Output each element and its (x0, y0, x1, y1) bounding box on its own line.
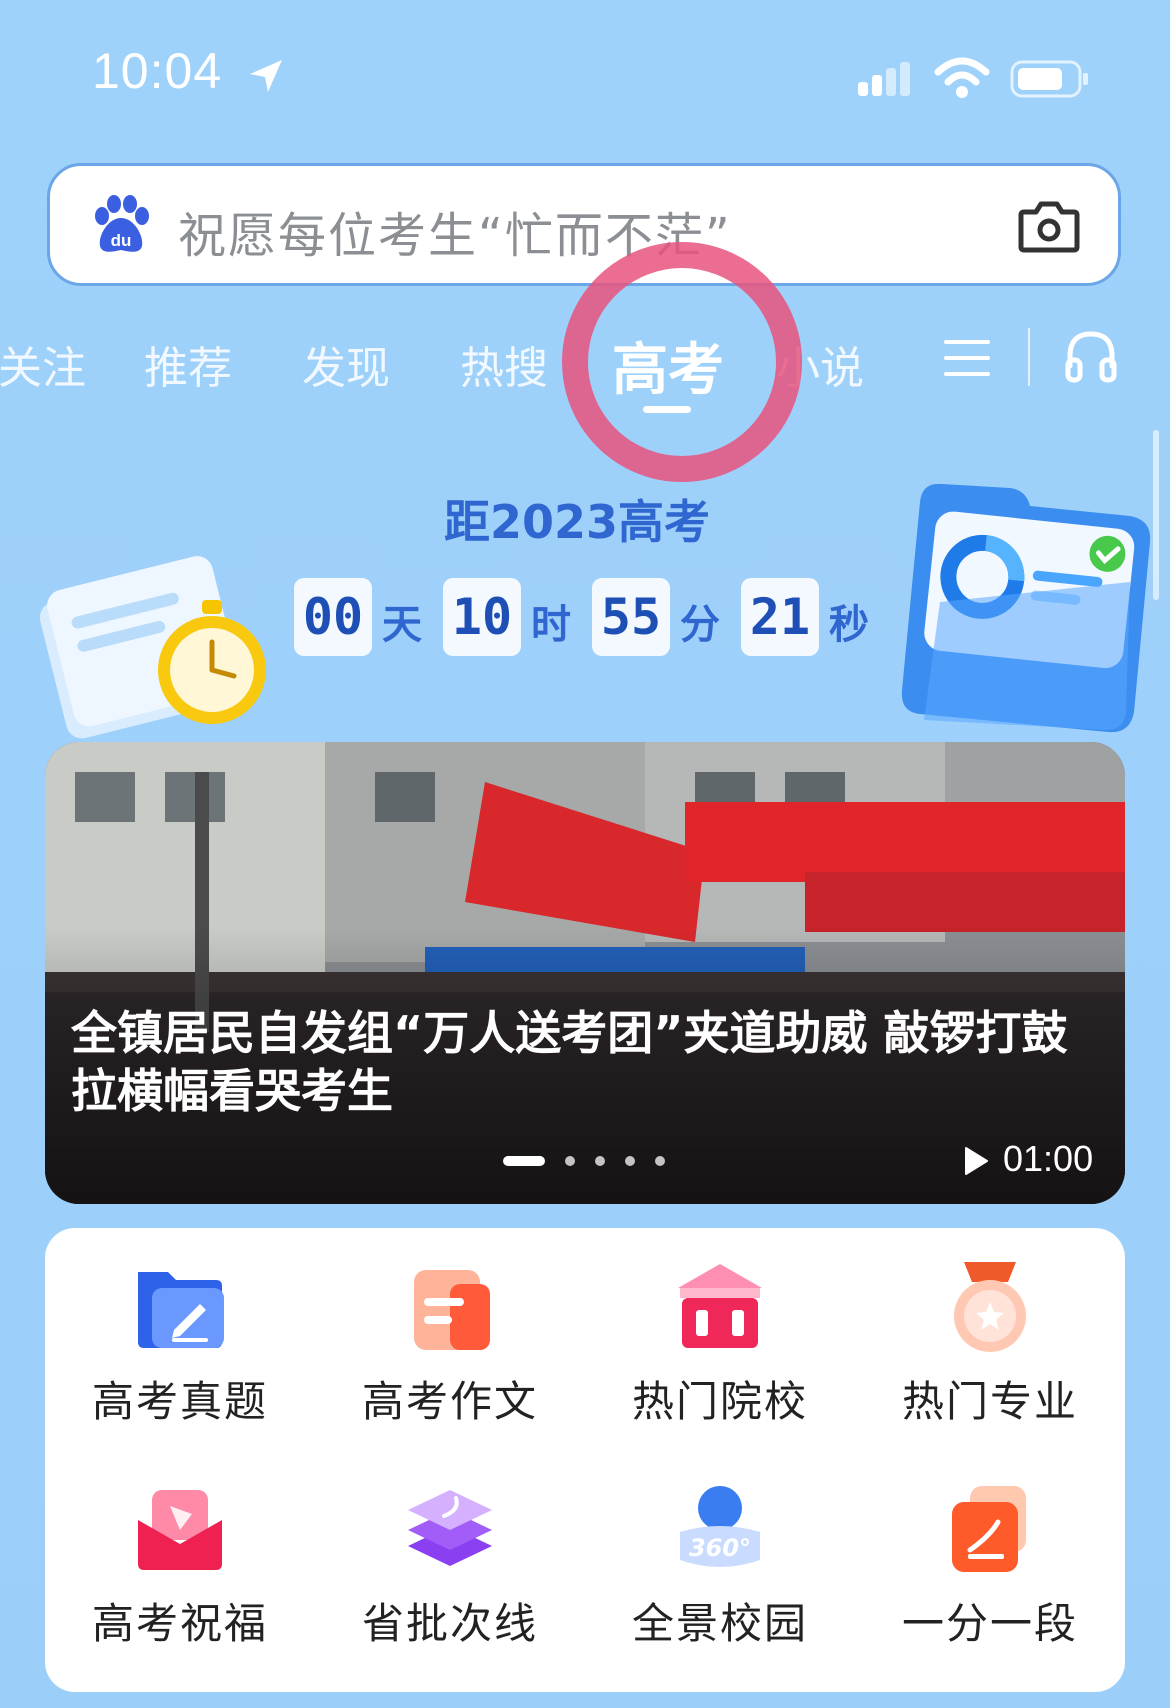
grid-item-label: 一分一段 (901, 1599, 1078, 1648)
grid-item-hot-majors[interactable]: 热门专业 (855, 1228, 1125, 1428)
panorama-360-icon: 360° (680, 1486, 760, 1567)
search-bar[interactable]: du 祝愿每位考生“忙而不茫” (47, 163, 1121, 286)
countdown-days-unit: 天 (382, 602, 422, 648)
tab-hot-search[interactable]: 热搜 (460, 332, 548, 396)
video-banner[interactable]: 全镇居民自发组“万人送考团”夹道助威 敲锣打鼓拉横幅看哭考生 01:00 (45, 742, 1125, 1204)
svg-text:du: du (111, 231, 132, 250)
countdown-minutes-unit: 分 (680, 602, 720, 648)
countdown-title: 距2023高考 (444, 495, 711, 549)
headphone-icon[interactable] (1064, 328, 1118, 384)
scrollbar[interactable] (1153, 430, 1159, 600)
battery-icon (1010, 60, 1088, 98)
video-duration: 01:00 (1003, 1138, 1094, 1179)
tab-discover[interactable]: 发现 (302, 332, 390, 396)
cellular-signal-icon (858, 62, 910, 96)
folder-pen-icon (138, 1272, 224, 1348)
carousel-dot[interactable] (625, 1156, 635, 1166)
play-icon[interactable] (963, 1146, 989, 1176)
countdown-seconds: 21 (741, 578, 819, 656)
status-bar: 10:04 (0, 0, 1170, 150)
medal-icon (954, 1262, 1026, 1352)
location-arrow-icon (250, 60, 282, 92)
grid-item-label: 全景校园 (631, 1599, 808, 1648)
grid-item-gaokao-essay[interactable]: 高考作文 (315, 1228, 585, 1428)
grid-item-label: 高考祝福 (91, 1599, 268, 1648)
countdown-days: 00 (294, 578, 372, 656)
stopwatch-illustration (158, 600, 266, 724)
countdown-minutes: 55 (592, 578, 670, 656)
tab-recommend[interactable]: 推荐 (144, 332, 232, 396)
grid-item-label: 热门院校 (631, 1377, 808, 1426)
status-time: 10:04 (92, 43, 223, 99)
grid-item-provincial-batch-lines[interactable]: 省批次线 (315, 1450, 585, 1650)
envelope-icon (138, 1490, 222, 1570)
quick-links-grid: 高考真题 高考作文 热门院校 热门专业 高考祝福 省批次线 360° 全景校园 … (45, 1228, 1125, 1692)
banner-headline[interactable]: 全镇居民自发组“万人送考团”夹道助威 敲锣打鼓拉横幅看哭考生 (71, 1004, 1091, 1120)
grid-item-label: 高考作文 (361, 1377, 538, 1426)
grid-item-label: 省批次线 (361, 1599, 538, 1648)
svg-text:360°: 360° (689, 1534, 751, 1562)
score-card-icon (952, 1486, 1026, 1572)
countdown-seconds-unit: 秒 (829, 602, 869, 648)
grid-item-label: 热门专业 (901, 1377, 1078, 1426)
layers-icon (408, 1490, 492, 1566)
wifi-icon (934, 57, 990, 98)
menu-icon[interactable] (942, 336, 992, 380)
grid-item-gaokao-blessing[interactable]: 高考祝福 (45, 1450, 315, 1650)
camera-icon[interactable] (1018, 198, 1080, 254)
grid-item-panorama-campus[interactable]: 360° 全景校园 (585, 1450, 855, 1650)
school-building-icon (678, 1264, 762, 1348)
carousel-dot[interactable] (595, 1156, 605, 1166)
grid-item-score-segments[interactable]: 一分一段 (855, 1450, 1125, 1650)
countdown-hours: 10 (443, 578, 521, 656)
banner-gradient-overlay (45, 742, 1125, 1204)
grid-item-gaokao-exams[interactable]: 高考真题 (45, 1228, 315, 1428)
folder-chart-illustration (901, 483, 1151, 733)
carousel-dot[interactable] (655, 1156, 665, 1166)
carousel-dot[interactable] (565, 1156, 575, 1166)
document-icon (414, 1270, 490, 1350)
tab-divider (1028, 328, 1030, 386)
tap-highlight-circle (562, 242, 802, 482)
countdown-hours-unit: 时 (531, 602, 571, 648)
grid-item-hot-universities[interactable]: 热门院校 (585, 1228, 855, 1428)
baidu-paw-logo-icon: du (95, 195, 149, 252)
grid-item-label: 高考真题 (91, 1377, 268, 1426)
carousel-dot-active[interactable] (503, 1156, 545, 1166)
tab-guanzhu[interactable]: 关注 (0, 332, 86, 396)
